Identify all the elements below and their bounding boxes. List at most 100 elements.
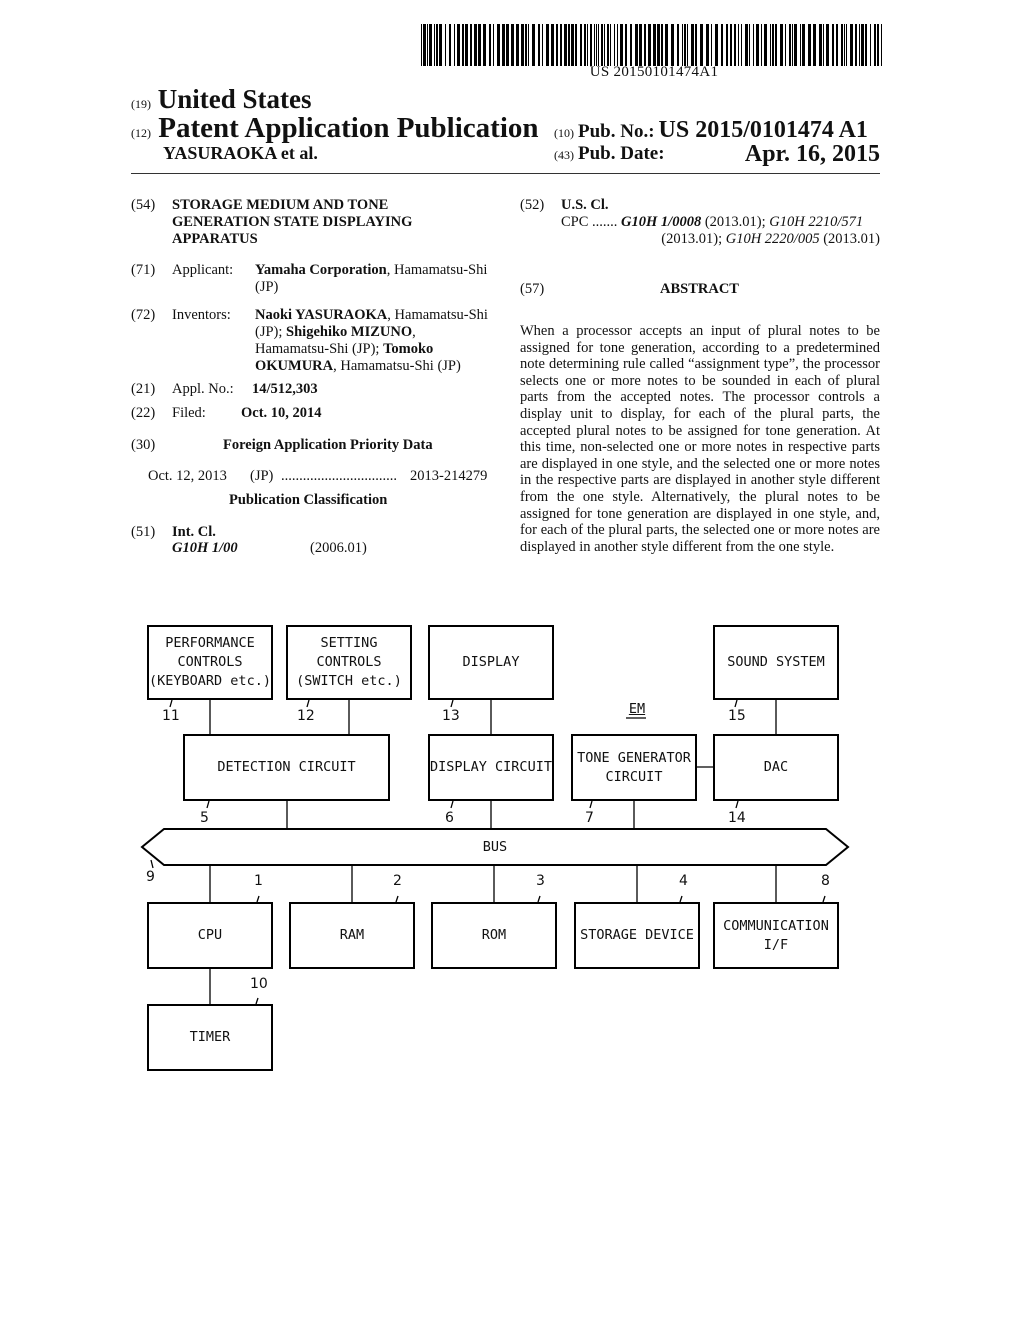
ref-numeral: 14 xyxy=(728,810,746,826)
barcode-bar xyxy=(560,24,562,66)
label-line: SOUND SYSTEM xyxy=(727,654,825,670)
inventor-location: Hamamatsu-Shi (JP); xyxy=(255,341,384,357)
label-line: CIRCUIT xyxy=(605,768,663,785)
ref-numeral: 11 xyxy=(162,708,180,724)
barcode-bar xyxy=(861,24,864,66)
country-code: (19) xyxy=(131,97,151,111)
barcode-bar xyxy=(800,24,801,66)
barcode-bar xyxy=(532,24,535,66)
barcode-bar xyxy=(644,24,646,66)
barcode-bar xyxy=(677,24,679,66)
barcode-bar xyxy=(865,24,867,66)
ref-numeral: 12 xyxy=(297,708,315,724)
cpc-version: (2013.01) xyxy=(819,231,880,247)
barcode-bar xyxy=(841,24,843,66)
barcode-bar xyxy=(826,24,829,66)
barcode-bar xyxy=(454,24,455,66)
cpc-version: (2013.01); xyxy=(701,214,770,230)
cpc-label: CPC xyxy=(561,214,589,230)
barcode-bar xyxy=(429,24,432,66)
barcode-bar xyxy=(671,24,674,66)
barcode-bar xyxy=(427,24,428,66)
barcode-bar xyxy=(745,24,748,66)
label-line: SETTING xyxy=(320,635,378,651)
header-divider xyxy=(131,173,880,174)
barcode-bar xyxy=(614,24,615,66)
barcode-bar xyxy=(846,24,847,66)
barcode-bar xyxy=(881,24,882,66)
int-cl-class: G10H 1/00 xyxy=(172,540,238,556)
barcode-bar xyxy=(792,24,793,66)
pub-no-value: US 2015/0101474 A1 xyxy=(658,117,868,143)
inventor-location: (JP); xyxy=(255,324,287,340)
barcode-bar xyxy=(741,24,742,66)
barcode-bar xyxy=(580,24,582,66)
field-label: Filed: xyxy=(172,405,206,421)
barcode-bar xyxy=(770,24,771,66)
barcode-bar xyxy=(604,24,605,66)
label-comm: COMMUNICATION I/F xyxy=(714,903,838,968)
barcode-bar xyxy=(802,24,805,66)
barcode-number: US 20150101474A1 xyxy=(589,64,719,80)
label-timer: TIMER xyxy=(148,1005,272,1070)
ref-numeral: 3 xyxy=(536,873,545,889)
barcode-bar xyxy=(813,24,816,66)
inventor-name: Naoki YASURAOKA xyxy=(255,307,388,323)
barcode-bar xyxy=(844,24,845,66)
label-line: (SWITCH etc.) xyxy=(296,673,402,689)
field-code: (71) xyxy=(131,262,156,278)
barcode-bar xyxy=(808,24,811,66)
applicant-name: Yamaha Corporation xyxy=(255,262,387,278)
cpc-class: G10H 1/0008 xyxy=(621,214,702,230)
label-tone-generator: TONE GENERATOR CIRCUIT xyxy=(572,735,696,800)
title-line: GENERATION STATE DISPLAYING xyxy=(172,214,413,230)
field-code: (30) xyxy=(131,437,156,453)
barcode-bar xyxy=(761,24,762,66)
label-ram: RAM xyxy=(290,903,414,968)
barcode-bar xyxy=(859,24,860,66)
country-name: United States xyxy=(157,84,312,114)
label-display-circuit: DISPLAY CIRCUIT xyxy=(429,735,553,800)
label-display: DISPLAY xyxy=(429,626,553,699)
field-code: (51) xyxy=(131,524,156,540)
barcode-bar xyxy=(571,24,574,66)
barcode-bar xyxy=(478,24,481,66)
barcode-bar xyxy=(607,24,609,66)
ref-numeral: 1 xyxy=(254,873,263,889)
barcode-bar xyxy=(635,24,638,66)
kind-code: (12) xyxy=(131,126,151,140)
barcode-bar xyxy=(596,24,597,66)
cpc-line: (2013.01); G10H 2220/005 (2013.01) xyxy=(661,231,880,248)
priority-country: (JP) xyxy=(250,468,274,484)
barcode-bar xyxy=(630,24,632,66)
barcode-bar xyxy=(470,24,472,66)
barcode-bar xyxy=(620,24,623,66)
label-cpu: CPU xyxy=(148,903,272,968)
country-heading: (19) United States xyxy=(131,84,312,115)
barcode-bar xyxy=(538,24,540,66)
leader-dots: ................................ xyxy=(281,468,397,484)
ref-numeral: 4 xyxy=(679,873,688,889)
barcode-bar xyxy=(711,24,712,66)
inventor-short: YASURAOKA et al. xyxy=(163,143,318,163)
label-line: DAC xyxy=(763,759,789,775)
label-line: DISPLAY xyxy=(462,654,520,670)
ref-numeral: 8 xyxy=(821,873,830,889)
barcode-bar xyxy=(423,24,426,66)
barcode-bar xyxy=(556,24,558,66)
barcode-bar xyxy=(749,24,750,66)
field-code: (57) xyxy=(520,281,545,297)
barcode-bar xyxy=(870,24,871,66)
label-storage: STORAGE DEVICE xyxy=(575,903,699,968)
barcode-bar xyxy=(780,24,783,66)
label-line: ROM xyxy=(481,927,507,943)
publication-kind-heading: (12) Patent Application Publication xyxy=(131,112,539,145)
barcode-bar xyxy=(449,24,451,66)
label-line: (KEYBOARD etc.) xyxy=(149,673,271,689)
title-line: APPARATUS xyxy=(172,231,258,247)
ref-numeral: 5 xyxy=(200,810,209,826)
barcode-bar xyxy=(695,24,697,66)
abstract-heading: ABSTRACT xyxy=(660,281,739,297)
ref-numeral: 10 xyxy=(250,976,268,992)
barcode-bar xyxy=(564,24,567,66)
